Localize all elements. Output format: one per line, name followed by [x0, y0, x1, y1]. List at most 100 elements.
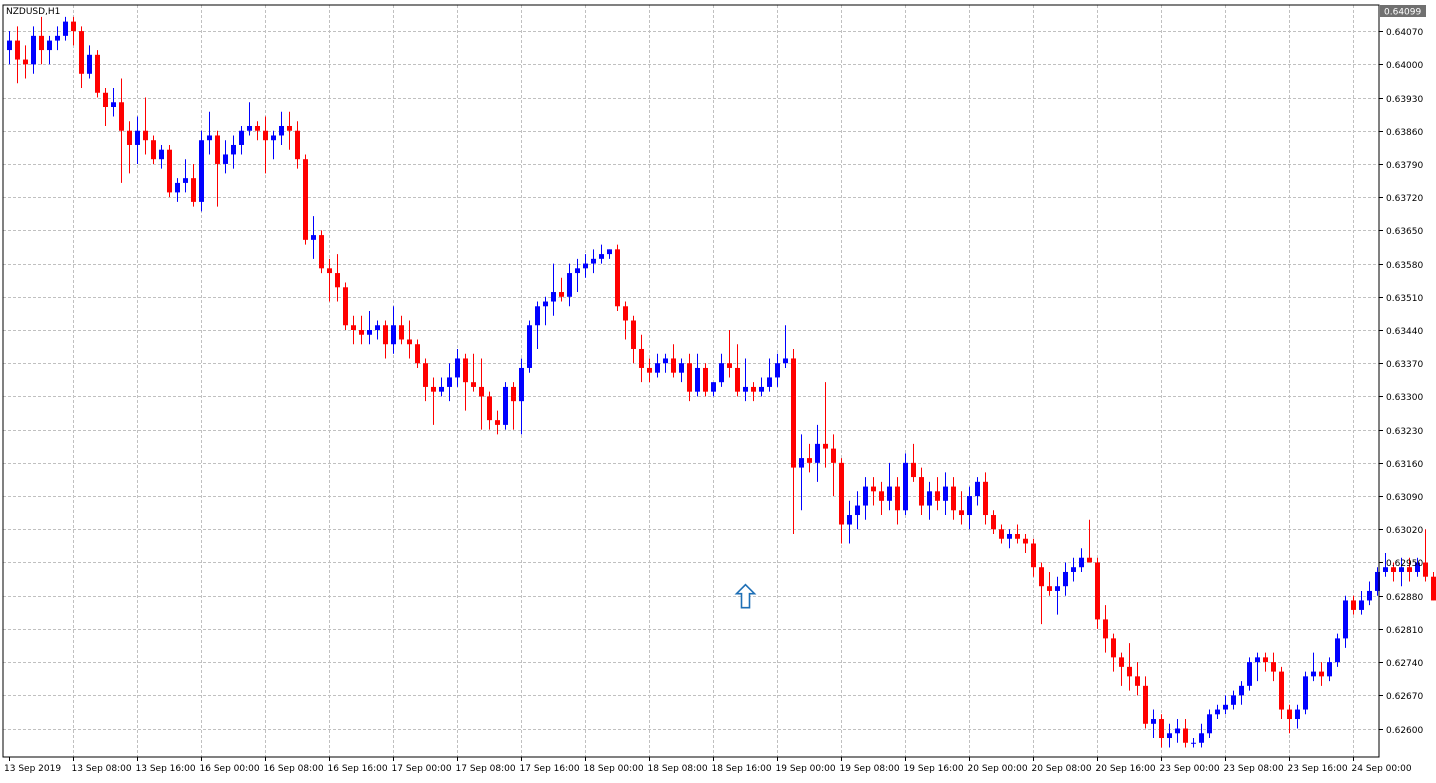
price-tick-label: 0.63650: [1386, 227, 1423, 237]
time-tick-label: 19 Sep 16:00: [904, 764, 964, 774]
price-tick-label: 0.63930: [1386, 95, 1423, 105]
time-tick-label: 17 Sep 08:00: [456, 764, 516, 774]
price-tick-label: 0.62950: [1386, 559, 1423, 569]
candle-body: [719, 363, 724, 383]
candle-body: [831, 448, 836, 463]
time-tick-label: 24 Sep 00:00: [1352, 764, 1412, 774]
candle-body: [543, 301, 548, 307]
candle-body: [1175, 728, 1180, 734]
current-price-label: 0.64099: [1384, 8, 1421, 18]
candle-body: [199, 140, 204, 202]
candle-body: [375, 325, 380, 330]
candle-body: [335, 273, 340, 288]
candle-body: [1071, 567, 1076, 572]
candle-body: [767, 377, 772, 387]
candle-body: [143, 130, 148, 141]
candle-body: [1207, 714, 1212, 734]
candle-body: [95, 54, 100, 93]
candle-body: [1303, 676, 1308, 710]
candle-body: [167, 149, 172, 193]
candle-body: [287, 125, 292, 131]
candle-body: [1279, 671, 1284, 710]
price-tick-label: 0.62670: [1386, 692, 1423, 702]
candle-body: [823, 443, 828, 449]
time-tick-label: 13 Sep 08:00: [72, 764, 132, 774]
candle-body: [815, 443, 820, 463]
candle-body: [207, 135, 212, 141]
candle-body: [1239, 685, 1244, 696]
candle-body: [1199, 733, 1204, 743]
candle-body: [183, 178, 188, 183]
chart-window[interactable]: 0.64070 0.64000 0.63930 0.63860 0.63790 0.637…: [0, 0, 1436, 779]
candle-body: [927, 491, 932, 506]
candle-body: [1055, 586, 1060, 591]
time-tick-label: 23 Sep 00:00: [1160, 764, 1220, 774]
candle-body: [999, 529, 1004, 539]
candle-body: [423, 363, 428, 387]
candle-body: [791, 358, 796, 468]
time-tick-label: 18 Sep 08:00: [648, 764, 708, 774]
candle-body: [575, 268, 580, 274]
price-tick-label: 0.63090: [1386, 493, 1423, 503]
candle-body: [1431, 576, 1436, 601]
candle-body: [1271, 662, 1276, 672]
candle-body: [159, 149, 164, 160]
candle-body: [535, 306, 540, 326]
time-tick-label: 13 Sep 2019: [4, 764, 61, 774]
candle-body: [231, 144, 236, 155]
candle-body: [911, 462, 916, 478]
candle-body: [951, 486, 956, 511]
candle-body: [1335, 638, 1340, 663]
time-tick-label: 16 Sep 16:00: [328, 764, 388, 774]
time-tick-label: 16 Sep 08:00: [264, 764, 324, 774]
candlestick-chart[interactable]: 0.64070 0.64000 0.63930 0.63860 0.63790 0.637…: [0, 0, 1436, 779]
candle-body: [1231, 695, 1236, 705]
candle-body: [1023, 538, 1028, 544]
candle-body: [399, 325, 404, 340]
candle-body: [39, 35, 44, 51]
candle-body: [967, 496, 972, 516]
candle-body: [711, 382, 716, 392]
candle-body: [191, 178, 196, 202]
candle-body: [439, 386, 444, 392]
candle-body: [247, 125, 252, 131]
time-tick-label: 13 Sep 16:00: [136, 764, 196, 774]
candle-body: [663, 358, 668, 364]
candle-body: [1143, 685, 1148, 724]
candle-body: [7, 40, 12, 51]
candle-body: [239, 130, 244, 145]
candle-body: [1151, 719, 1156, 724]
current-price-tag: 0.64099: [1380, 5, 1426, 18]
candle-body: [903, 462, 908, 511]
candle-body: [695, 367, 700, 392]
candle-body: [303, 159, 308, 240]
candle-body: [279, 125, 284, 136]
candle-body: [255, 125, 260, 131]
candle-body: [807, 458, 812, 463]
candle-body: [71, 21, 76, 32]
price-tick-label: 0.63160: [1386, 460, 1423, 470]
candle-body: [783, 358, 788, 364]
price-tick-label: 0.63300: [1386, 393, 1423, 403]
candle-body: [1031, 543, 1036, 568]
candle-body: [503, 386, 508, 425]
price-tick-label: 0.64070: [1386, 28, 1423, 38]
candle-body: [471, 382, 476, 387]
price-tick-label: 0.63020: [1386, 526, 1423, 536]
candle-body: [343, 287, 348, 326]
candle-body: [775, 363, 780, 378]
candle-body: [415, 344, 420, 364]
price-tick-label: 0.62810: [1386, 626, 1423, 636]
price-tick-label: 0.63440: [1386, 327, 1423, 337]
candle-body: [599, 254, 604, 259]
candle-body: [975, 481, 980, 497]
candle-body: [479, 386, 484, 397]
candle-body: [639, 348, 644, 368]
time-tick-label: 23 Sep 16:00: [1288, 764, 1348, 774]
price-tick-label: 0.63370: [1386, 360, 1423, 370]
candle-body: [615, 249, 620, 307]
candle-body: [935, 491, 940, 501]
candle-body: [735, 367, 740, 392]
time-tick-label: 16 Sep 00:00: [200, 764, 260, 774]
candle-body: [407, 339, 412, 345]
